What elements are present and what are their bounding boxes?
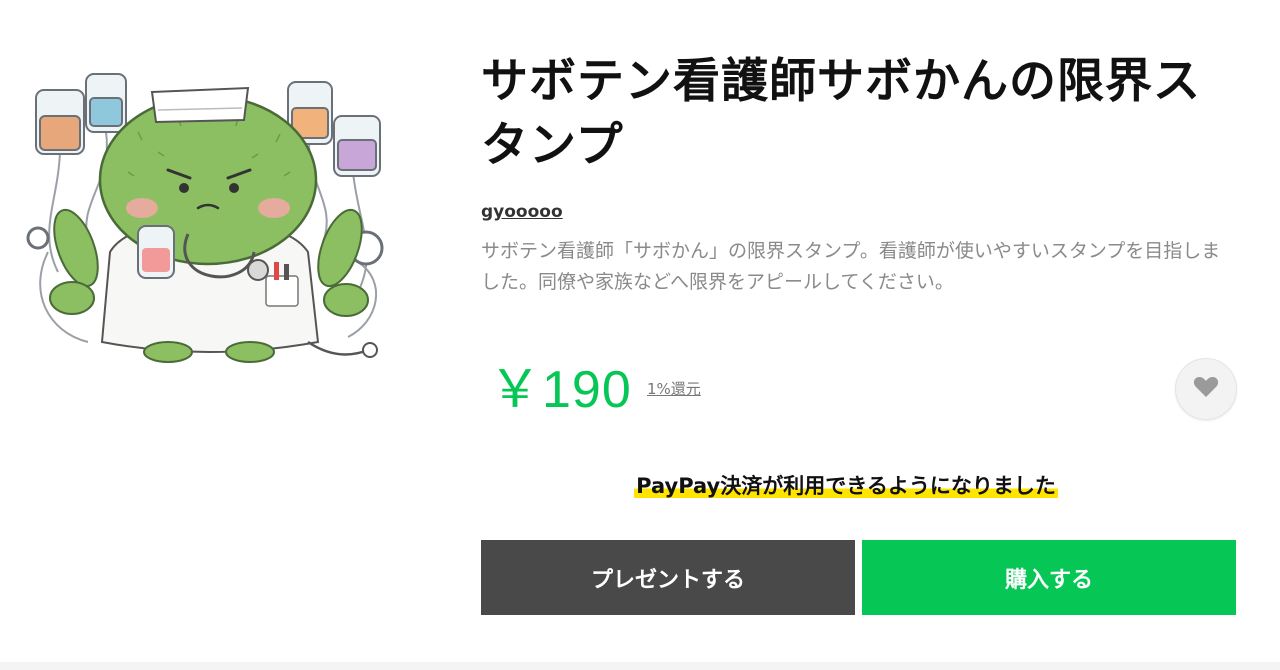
page-divider <box>0 662 1280 670</box>
price-row: ￥190 1%還元 <box>481 358 1241 422</box>
paypay-notice-text: PayPay決済が利用できるようになりました <box>634 474 1058 498</box>
buy-button[interactable]: 購入する <box>862 540 1236 615</box>
product-price: ￥190 <box>489 361 632 419</box>
reward-rate-link[interactable]: 1%還元 <box>647 378 701 399</box>
product-info: サボテン看護師サボかんの限界スタンプ gyooooo サボテン看護師「サボかん」… <box>481 50 1241 298</box>
heart-icon <box>1193 375 1219 403</box>
product-title: サボテン看護師サボかんの限界スタンプ <box>481 54 1201 173</box>
paypay-notice: PayPay決済が利用できるようになりました <box>481 470 1211 500</box>
sticker-product-page: サボテン看護師サボかんの限界スタンプ gyooooo サボテン看護師「サボかん」… <box>0 0 1280 670</box>
cactus-nurse-sticker-icon <box>18 62 392 378</box>
author-link[interactable]: gyooooo <box>481 202 563 222</box>
favorite-button[interactable] <box>1175 358 1237 420</box>
gift-button[interactable]: プレゼントする <box>481 540 855 615</box>
product-description: サボテン看護師「サボかん」の限界スタンプ。看護師が使いやすいスタンプを目指しまし… <box>481 240 1221 293</box>
